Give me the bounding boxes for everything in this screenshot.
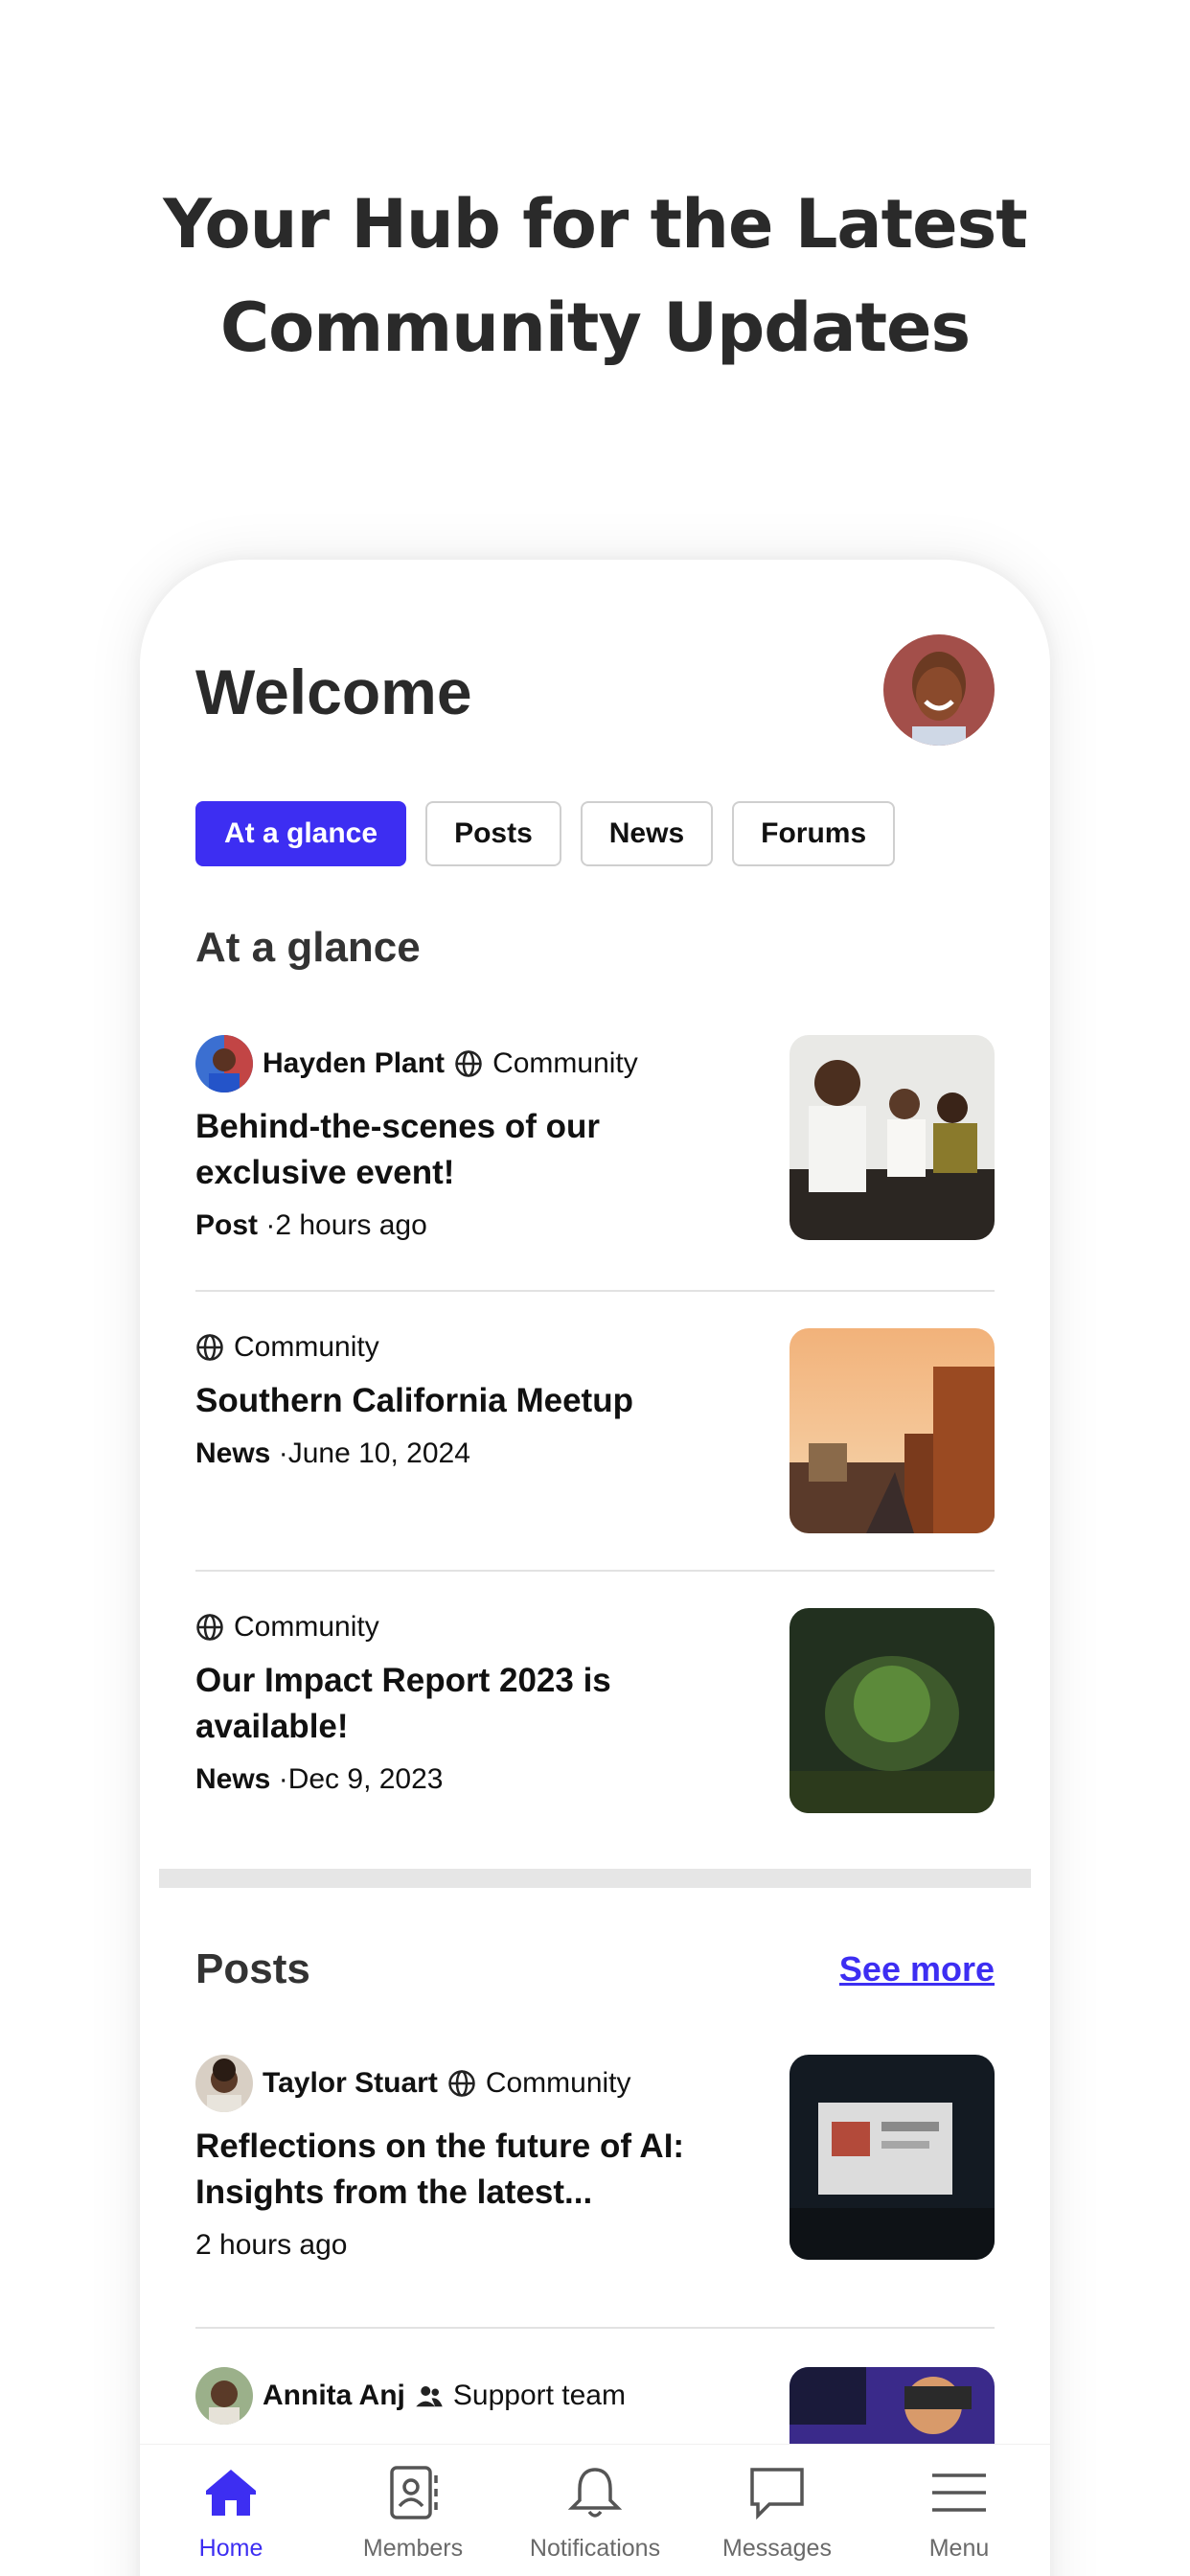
tab-posts[interactable]: Posts bbox=[425, 801, 561, 866]
item-title: Southern California Meetup bbox=[195, 1382, 633, 1419]
group-name: Community bbox=[234, 1331, 379, 1363]
author-name: Annita Anj bbox=[263, 2380, 405, 2411]
message-icon bbox=[750, 2468, 804, 2520]
nav-messages[interactable]: Messages bbox=[691, 2445, 863, 2576]
author-avatar bbox=[195, 2055, 253, 2112]
bottom-navigation: Home Members Notifications Messages Menu bbox=[140, 2444, 1050, 2576]
author-avatar bbox=[195, 2367, 253, 2425]
glance-card[interactable]: Community Southern California Meetup New… bbox=[195, 1328, 995, 1533]
divider bbox=[195, 1290, 995, 1292]
group-name: Community bbox=[485, 2067, 631, 2099]
tab-at-a-glance[interactable]: At a glance bbox=[195, 801, 407, 866]
item-time: ·June 10, 2024 bbox=[278, 1438, 470, 1469]
phone-screen: Welcome At a glance Posts News Forums At… bbox=[140, 560, 1050, 2576]
section-title-at-a-glance: At a glance bbox=[195, 924, 421, 971]
post-card[interactable]: Taylor Stuart Community Reflections on t… bbox=[195, 2055, 995, 2262]
divider bbox=[195, 1570, 995, 1572]
nav-label: Messages bbox=[722, 2535, 832, 2562]
author-name: Hayden Plant bbox=[263, 1047, 446, 1079]
see-more-link[interactable]: See more bbox=[839, 1949, 995, 1990]
globe-icon bbox=[196, 1614, 223, 1641]
tab-bar: At a glance Posts News Forums bbox=[195, 801, 896, 866]
post-thumbnail bbox=[790, 2055, 995, 2260]
group-name: Community bbox=[234, 1611, 379, 1643]
item-thumbnail bbox=[790, 1608, 995, 1813]
user-avatar[interactable] bbox=[883, 634, 995, 746]
item-thumbnail bbox=[790, 1328, 995, 1533]
home-icon bbox=[206, 2470, 256, 2516]
post-card[interactable]: Annita Anj Support team bbox=[195, 2367, 995, 2572]
item-time: ·Dec 9, 2023 bbox=[278, 1763, 444, 1795]
page-title: Welcome bbox=[195, 656, 472, 727]
author-avatar bbox=[195, 1035, 253, 1092]
globe-icon bbox=[455, 1050, 482, 1077]
group-name: Community bbox=[492, 1047, 638, 1079]
nav-label: Notifications bbox=[529, 2535, 661, 2562]
section-title-posts: Posts bbox=[195, 1945, 310, 1992]
globe-icon bbox=[448, 2070, 475, 2097]
item-time: ·2 hours ago bbox=[265, 1209, 427, 1241]
nav-label: Home bbox=[198, 2535, 263, 2562]
nav-notifications[interactable]: Notifications bbox=[509, 2445, 681, 2576]
item-type: Post bbox=[195, 1209, 259, 1241]
globe-icon bbox=[196, 1334, 223, 1361]
tab-news[interactable]: News bbox=[580, 801, 714, 866]
post-title: Reflections on the future of AI: Insight… bbox=[195, 2128, 685, 2211]
promo-headline: Your Hub for the Latest Community Update… bbox=[0, 172, 1190, 380]
nav-menu[interactable]: Menu bbox=[873, 2445, 1045, 2576]
headline-line-1: Your Hub for the Latest bbox=[163, 185, 1027, 264]
item-type: News bbox=[195, 1763, 271, 1795]
author-name: Taylor Stuart bbox=[263, 2067, 438, 2099]
item-title: Behind-the-scenes of our exclusive event… bbox=[195, 1108, 600, 1191]
section-separator bbox=[159, 1869, 1031, 1888]
divider bbox=[195, 2327, 995, 2329]
members-icon bbox=[390, 2466, 438, 2519]
nav-label: Menu bbox=[928, 2535, 990, 2562]
nav-home[interactable]: Home bbox=[145, 2445, 317, 2576]
nav-members[interactable]: Members bbox=[327, 2445, 499, 2576]
menu-icon bbox=[932, 2473, 986, 2512]
item-title: Our Impact Report 2023 is available! bbox=[195, 1662, 611, 1745]
headline-line-2: Community Updates bbox=[219, 288, 971, 367]
tab-forums[interactable]: Forums bbox=[732, 801, 896, 866]
nav-label: Members bbox=[362, 2535, 464, 2562]
glance-card[interactable]: Hayden Plant Community Behind-the-scenes… bbox=[195, 1035, 995, 1242]
item-thumbnail bbox=[790, 1035, 995, 1240]
bell-icon bbox=[567, 2468, 623, 2518]
group-name: Support team bbox=[452, 2380, 626, 2411]
people-icon bbox=[416, 2386, 443, 2407]
glance-card[interactable]: Community Our Impact Report 2023 is avai… bbox=[195, 1608, 995, 1813]
item-type: News bbox=[195, 1438, 271, 1469]
